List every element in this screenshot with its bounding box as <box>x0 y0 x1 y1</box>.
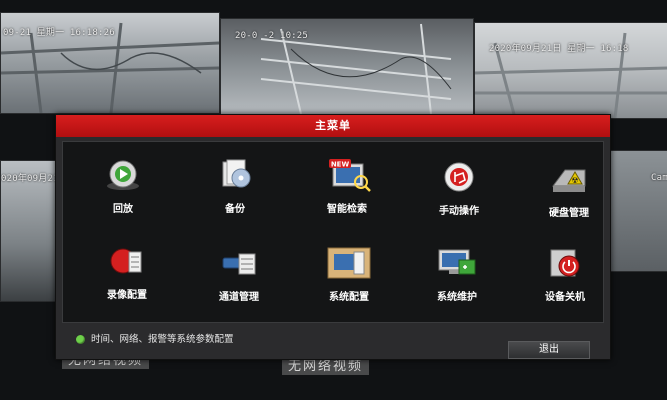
menu-item-label: 智能检索 <box>327 204 367 215</box>
menu-item-label: 通道管理 <box>219 292 259 303</box>
menu-grid: 回放 备份 NEW 智能检索 手动操作 ☢ 硬盘管理 录像配置 通道管理 系统配… <box>62 141 604 323</box>
camera-osd-timestamp: 20-0 -2 10:25 <box>235 31 309 41</box>
menu-item-channel-management[interactable]: 通道管理 <box>191 246 287 303</box>
camera-tile: 20-0 -2 10:25 <box>220 18 474 115</box>
menu-item-label: 手动操作 <box>439 206 479 217</box>
camera-tile: 09-21 星期一 16:18:26 <box>0 12 220 114</box>
device-shutdown-icon <box>545 246 585 280</box>
menu-item-label: 回放 <box>113 204 133 215</box>
status-indicator-icon <box>76 335 85 344</box>
camera-osd-timestamp: 09-21 星期一 16:18:26 <box>3 28 115 38</box>
main-menu-title: 主菜单 <box>56 115 610 137</box>
status-bar: 时间、网络、报警等系统参数配置 <box>62 331 502 349</box>
channel-management-icon <box>219 246 259 280</box>
main-menu-dialog: 主菜单 回放 备份 NEW 智能检索 手动操作 ☢ 硬盘管理 录像配置 通道管理… <box>55 114 611 360</box>
menu-item-record-config[interactable]: 录像配置 <box>79 244 175 301</box>
menu-item-label: 设备关机 <box>545 292 585 303</box>
camera-osd-name: Came <box>651 173 667 183</box>
menu-item-backup[interactable]: 备份 <box>187 158 283 215</box>
menu-item-label: 硬盘管理 <box>549 208 589 219</box>
menu-item-smart-search[interactable]: NEW 智能检索 <box>299 158 395 215</box>
exit-button[interactable]: 退出 <box>508 341 590 359</box>
playback-icon <box>103 158 143 192</box>
manual-operation-icon <box>439 160 479 194</box>
menu-item-manual-operation[interactable]: 手动操作 <box>411 160 507 217</box>
svg-text:☢: ☢ <box>571 176 578 185</box>
menu-item-label: 录像配置 <box>107 290 147 301</box>
smart-search-icon: NEW <box>327 158 371 192</box>
status-description: 时间、网络、报警等系统参数配置 <box>91 334 234 345</box>
menu-item-hdd-management[interactable]: ☢ 硬盘管理 <box>521 162 617 219</box>
menu-item-playback[interactable]: 回放 <box>75 158 171 215</box>
camera-tile: 020年09月21 <box>0 160 62 302</box>
hdd-management-icon: ☢ <box>549 162 589 196</box>
menu-item-system-config[interactable]: 系统配置 <box>301 246 397 303</box>
camera-osd-timestamp: 2020年09月21日 星期一 16:18 <box>489 44 629 54</box>
menu-item-device-shutdown[interactable]: 设备关机 <box>517 246 613 303</box>
menu-item-label: 系统配置 <box>329 292 369 303</box>
system-maintenance-icon <box>437 246 477 280</box>
new-badge: NEW <box>331 161 350 169</box>
camera-tile: 2020年09月21日 星期一 16:18 <box>474 22 667 119</box>
camera-osd-timestamp: 020年09月21 <box>1 174 59 184</box>
backup-icon <box>215 158 255 192</box>
menu-item-label: 备份 <box>225 204 245 215</box>
record-config-icon <box>107 244 147 278</box>
menu-item-label: 系统维护 <box>437 292 477 303</box>
system-config-icon <box>326 246 372 280</box>
menu-item-system-maintenance[interactable]: 系统维护 <box>409 246 505 303</box>
